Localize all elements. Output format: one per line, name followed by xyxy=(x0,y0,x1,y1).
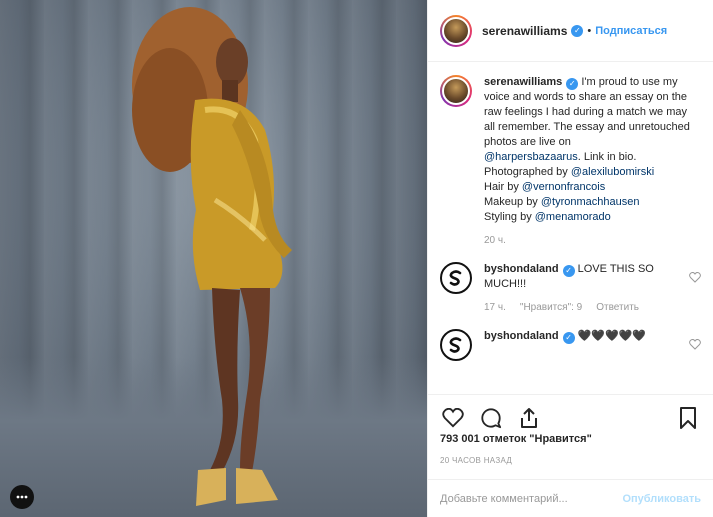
post-timestamp[interactable]: 20 ЧАСОВ НАЗАД xyxy=(440,456,512,465)
heart-icon xyxy=(442,407,464,427)
s-logo-icon xyxy=(449,270,462,286)
comment-content: LOVE THIS SO xyxy=(577,263,654,275)
avatar[interactable] xyxy=(440,14,472,47)
caption-line: Hair by xyxy=(484,181,522,193)
mention-link[interactable]: @menamorado xyxy=(535,211,611,223)
shondaland-logo[interactable] xyxy=(440,262,472,294)
like-button[interactable] xyxy=(440,405,466,431)
comment-username[interactable]: byshondaland xyxy=(484,263,559,275)
caption-line: Photographed by xyxy=(484,166,571,178)
more-icon xyxy=(16,495,28,499)
shondaland-logo[interactable] xyxy=(440,329,472,361)
caption-username[interactable]: serenawilliams xyxy=(484,76,562,88)
instagram-post: serenawilliams ✓ • Подписаться serenawil… xyxy=(0,0,713,517)
mention-link[interactable]: @tyronmachhausen xyxy=(541,196,640,208)
save-button[interactable] xyxy=(675,405,701,431)
caption-line: . Link in bio. xyxy=(577,151,637,163)
follow-button[interactable]: Подписаться xyxy=(595,25,667,37)
comment-input[interactable] xyxy=(440,492,623,505)
likes-count[interactable]: 793 001 отметок "Нравится" xyxy=(440,433,592,445)
comment-likes[interactable]: "Нравится": 9 xyxy=(520,300,582,315)
s-logo-icon xyxy=(449,337,462,353)
reply-button[interactable]: Ответить xyxy=(596,300,639,315)
heart-icon[interactable] xyxy=(689,339,701,350)
comment-icon xyxy=(481,407,502,428)
caption-line: voice and words to share an essay on xyxy=(484,91,669,103)
comment-time[interactable]: 17 ч. xyxy=(484,300,506,315)
avatar[interactable] xyxy=(440,75,472,107)
bookmark-icon xyxy=(680,406,696,429)
post-header: serenawilliams ✓ • Подписаться xyxy=(428,0,713,62)
caption-line: Makeup by xyxy=(484,196,541,208)
verified-icon: ✓ xyxy=(571,24,584,37)
separator-dot: • xyxy=(587,24,592,37)
caption-line: Styling by xyxy=(484,211,535,223)
more-options-button[interactable] xyxy=(10,485,34,509)
share-button[interactable] xyxy=(516,405,542,431)
comment-username[interactable]: byshondaland xyxy=(484,330,559,342)
post-side-panel: serenawilliams ✓ • Подписаться serenawil… xyxy=(427,0,713,517)
heart-icon[interactable] xyxy=(689,272,701,283)
publish-button[interactable]: Опубликовать xyxy=(622,493,701,505)
mention-link[interactable]: @alexilubomirski xyxy=(571,166,654,178)
comment-button[interactable] xyxy=(478,405,504,431)
comment-text: byshondaland ✓ LOVE THIS SO MUCH!!! 17 ч.… xyxy=(484,262,681,315)
caption-meta: 20 ч. xyxy=(484,233,701,248)
caption-text: serenawilliams ✓ I'm proud to use my voic… xyxy=(484,75,701,248)
caption: serenawilliams ✓ I'm proud to use my voic… xyxy=(440,75,701,248)
post-photo[interactable] xyxy=(0,0,427,517)
woman-in-gold-dress-figure xyxy=(132,7,292,506)
mention-link[interactable]: @harpersbazaarus xyxy=(484,151,578,163)
verified-icon: ✓ xyxy=(562,265,575,277)
comments-list[interactable]: serenawilliams ✓ I'm proud to use my voic… xyxy=(428,63,713,386)
comment-meta: 17 ч. "Нравится": 9 Ответить xyxy=(484,300,681,315)
mention-link[interactable]: @vernonfrancois xyxy=(522,181,605,193)
caption-line: I'm proud to use my xyxy=(581,76,678,88)
caption-time[interactable]: 20 ч. xyxy=(484,233,506,248)
comment-item: byshondaland ✓ LOVE THIS SO MUCH!!! 17 ч.… xyxy=(440,262,701,315)
add-comment-bar: Опубликовать xyxy=(428,479,713,517)
verified-icon: ✓ xyxy=(562,332,575,344)
header-username[interactable]: serenawilliams xyxy=(482,24,567,38)
comment-item: byshondaland ✓ 🖤🖤🖤🖤🖤 xyxy=(440,329,701,361)
verified-icon: ✓ xyxy=(566,78,579,90)
action-bar xyxy=(428,394,713,434)
comment-content: MUCH!!! xyxy=(484,278,527,290)
share-icon xyxy=(521,407,537,428)
comment-content: 🖤🖤🖤🖤🖤 xyxy=(577,330,647,342)
comment-text: byshondaland ✓ 🖤🖤🖤🖤🖤 xyxy=(484,329,681,344)
